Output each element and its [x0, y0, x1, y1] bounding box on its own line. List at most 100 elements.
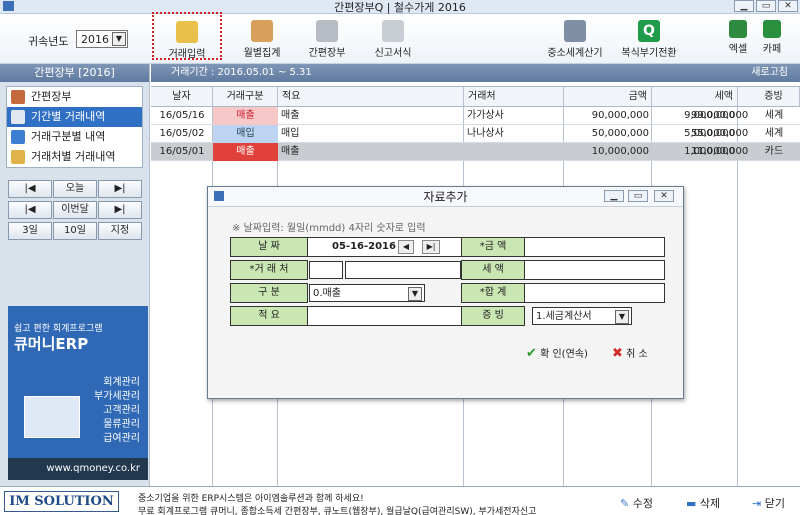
book-icon: [11, 90, 25, 104]
total-label: *합 계: [461, 283, 525, 303]
date-label: 날 짜: [230, 237, 308, 257]
table-row[interactable]: 16/05/16 매출 매출 가가상사 90,000,000 9,000,000…: [151, 107, 800, 125]
dialog-close-button[interactable]: ✕: [654, 190, 674, 202]
dialog-title: 자료추가: [423, 190, 468, 204]
folder-icon: [11, 130, 25, 144]
next-day-button[interactable]: ▶|: [98, 180, 142, 198]
partner-label: *거 래 처: [230, 260, 308, 280]
menu-item-period[interactable]: 기간별 거래내역: [7, 107, 142, 127]
total-field[interactable]: [524, 283, 665, 303]
specify-range-button[interactable]: 지정: [98, 222, 142, 240]
partner-name-field[interactable]: [345, 261, 461, 279]
menu-item-type[interactable]: 거래구분별 내역: [7, 127, 142, 147]
ad-banner[interactable]: 쉽고 편한 회계프로그램 큐머니ERP 회계관리 부가세관리 고객관리 물류관리…: [8, 306, 148, 480]
header-memo[interactable]: 적요: [278, 87, 464, 107]
cell-proof: 세계: [764, 128, 784, 139]
header-tax[interactable]: 세액: [652, 87, 738, 107]
prev-date-icon[interactable]: ◀: [398, 240, 414, 254]
title-bar: 간편장부Q | 철수가게 2016 ▁ ▭ ✕: [0, 0, 800, 14]
minimize-button[interactable]: ▁: [734, 0, 754, 12]
amount-field[interactable]: [524, 237, 665, 257]
menu-item-label: 기간별 거래내역: [31, 110, 106, 123]
menu-item-ledger[interactable]: 간편장부: [7, 87, 142, 107]
toolbar-forms-label: 신고서식: [374, 48, 412, 59]
prev-day-button[interactable]: |◀: [8, 180, 52, 198]
close-button[interactable]: ✕: [778, 0, 798, 12]
promo-line-2: 무료 회계프로그램 큐머니, 종합소득세 간편장부, 큐노트(웹장부), 월급날…: [138, 507, 537, 515]
cell-total: 11,000,000: [691, 146, 748, 157]
toolbar-ledger-label: 간편장부: [308, 48, 346, 59]
chevron-down-icon[interactable]: ▼: [615, 310, 629, 324]
window-title: 간편장부Q | 철수가게 2016: [334, 1, 466, 14]
close-label: 닫기: [764, 497, 785, 510]
ad-brand: 큐머니ERP: [14, 335, 89, 353]
cell-amount: 10,000,000: [591, 146, 649, 157]
fiscal-year-label: 귀속년도: [28, 35, 69, 48]
confirm-button[interactable]: ✔ 확 인(연속): [526, 345, 588, 361]
chevron-down-icon[interactable]: ▼: [112, 32, 126, 46]
proof-select[interactable]: 1.세금계산서 ▼: [532, 307, 632, 325]
screenshot-thumbnail: [24, 396, 80, 438]
prev-month-button[interactable]: |◀: [8, 201, 52, 219]
toolbar: 귀속년도 2016 ▼ 거래입력 월별집계 간편장부 신고서식 중소세계산기 Q…: [0, 12, 800, 64]
ad-features: 회계관리 부가세관리 고객관리 물류관리 급여관리: [94, 376, 140, 446]
menu-item-label: 거래구분별 내역: [31, 130, 106, 143]
q-logo-icon: Q: [638, 20, 660, 42]
header-proof[interactable]: 증빙: [748, 87, 800, 107]
chevron-down-icon[interactable]: ▼: [408, 287, 422, 301]
memo-field[interactable]: [307, 306, 463, 326]
toolbar-excel-label: 엑셀: [728, 44, 748, 55]
minus-icon: ▬: [686, 497, 697, 510]
3-days-button[interactable]: 3일: [8, 222, 52, 240]
10-days-button[interactable]: 10일: [53, 222, 97, 240]
close-app-button[interactable]: ⇥ 닫기: [752, 495, 785, 511]
delete-button[interactable]: ▬ 삭제: [686, 495, 720, 511]
toolbar-ledger-button[interactable]: 간편장부: [292, 20, 362, 59]
header-partner[interactable]: 거래처: [464, 87, 564, 107]
toolbar-calculator-button[interactable]: 중소세계산기: [540, 20, 610, 59]
table-row-selected[interactable]: 16/05/01 매출 매출 10,000,000 1,000,000 11,0…: [151, 143, 800, 161]
header-type[interactable]: 거래구분: [213, 87, 278, 107]
dialog-title-bar: 자료추가 ▁ ▭ ✕: [208, 187, 683, 207]
next-month-button[interactable]: ▶|: [98, 201, 142, 219]
cell-proof: 카드: [764, 146, 784, 157]
partner-code-field[interactable]: [309, 261, 343, 279]
today-button[interactable]: 오늘: [53, 180, 97, 198]
toolbar-monthly-button[interactable]: 월별집계: [227, 20, 297, 59]
toolbar-cafe-button[interactable]: 카페: [752, 20, 792, 55]
header-amount[interactable]: 금액: [564, 87, 652, 107]
date-field[interactable]: 05-16-2016 ◀ ▶|: [307, 237, 463, 257]
maximize-button[interactable]: ▭: [756, 0, 776, 12]
dialog-maximize-button[interactable]: ▭: [628, 190, 648, 202]
kind-value: 0.매출: [313, 288, 341, 299]
delete-label: 삭제: [699, 497, 721, 510]
cancel-button[interactable]: ✖ 취 소: [612, 345, 648, 361]
dialog-minimize-button[interactable]: ▁: [604, 190, 624, 202]
menu-item-partner[interactable]: 거래처별 거래내역: [7, 147, 142, 167]
cell-memo: 매출: [281, 110, 300, 121]
this-month-button[interactable]: 이번달: [53, 201, 97, 219]
ad-url: www.qmoney.co.kr: [8, 458, 148, 480]
header-date[interactable]: 날자: [151, 87, 213, 107]
menu-item-label: 간편장부: [31, 90, 72, 103]
edit-button[interactable]: ✎ 수정: [620, 495, 653, 511]
kind-select[interactable]: 0.매출 ▼: [309, 284, 425, 302]
toolbar-forms-button[interactable]: 신고서식: [358, 20, 428, 59]
refresh-button[interactable]: 새로고침: [751, 64, 788, 82]
period-text: 거래기간 : 2016.05.01 ~ 5.31: [171, 67, 312, 78]
table-row[interactable]: 16/05/02 매입 매입 나나상사 50,000,000 5,000,000…: [151, 125, 800, 143]
date-end-icon[interactable]: ▶|: [422, 240, 440, 254]
toolbar-entry-button[interactable]: 거래입력: [152, 12, 222, 60]
cell-type-sale: 매출: [213, 143, 278, 161]
fiscal-year-select[interactable]: 2016 ▼: [76, 30, 128, 48]
document-icon: [382, 20, 404, 42]
cell-total: 99,000,000: [691, 110, 748, 121]
edit-label: 수정: [632, 497, 653, 510]
cell-partner: [464, 143, 564, 161]
toolbar-calculator-label: 중소세계산기: [547, 48, 603, 59]
check-icon: ✔: [526, 346, 537, 361]
toolbar-double-entry-button[interactable]: Q 복식부기전환: [614, 20, 684, 59]
x-icon: ✖: [612, 346, 623, 361]
pencil-note-icon: [176, 21, 198, 43]
tax-field[interactable]: [524, 260, 665, 280]
